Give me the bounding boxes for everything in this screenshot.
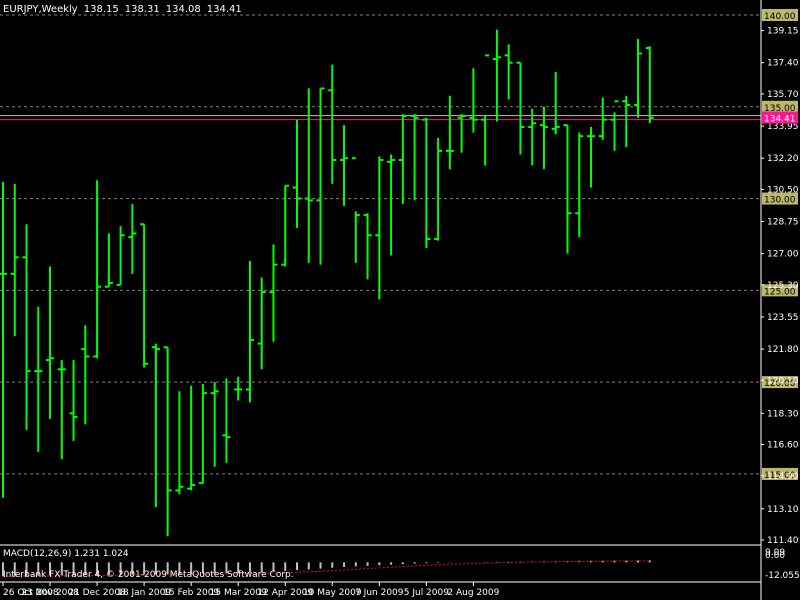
ohlc-chart: 140.00135.00130.00125.00120.00115.00139.… xyxy=(0,0,800,600)
ohlc-bar xyxy=(269,244,278,342)
macd-axis-label: -12.055 xyxy=(765,571,800,581)
y-tick-label: 113.10 xyxy=(767,505,799,515)
ohlc-bar xyxy=(340,125,349,206)
bars-layer xyxy=(0,29,654,537)
ohlc-bar xyxy=(622,95,631,148)
price-axis: 140.00135.00130.00125.00120.00115.00139.… xyxy=(0,0,799,600)
ohlc-bar xyxy=(234,376,243,401)
ohlc-bar xyxy=(198,383,207,485)
ohlc-bar xyxy=(422,117,431,249)
grid-layer xyxy=(0,14,761,475)
ohlc-bar xyxy=(10,183,19,337)
ohlc-bar xyxy=(504,44,513,100)
ohlc-bar xyxy=(304,88,313,263)
ohlc-bar xyxy=(22,224,31,430)
y-tick-label: 116.60 xyxy=(767,441,799,451)
ohlc-bar xyxy=(634,38,643,118)
ohlc-bar xyxy=(46,266,55,419)
x-tick-label: 10 May 2009 xyxy=(303,588,362,598)
ohlc-bar xyxy=(492,29,501,122)
ohlc-bar xyxy=(69,360,78,441)
ohlc-bar xyxy=(328,64,337,184)
y-tick-label: 118.30 xyxy=(767,409,799,419)
ohlc-bar xyxy=(645,46,654,124)
copyright-text: Interbank FX Trader 4, © 2001-2009 MetaQ… xyxy=(3,570,294,580)
ohlc-bar xyxy=(410,114,419,201)
ohlc-bar xyxy=(116,226,125,286)
ohlc-bar xyxy=(57,360,66,460)
ohlc-bar xyxy=(245,260,254,403)
ohlc-bar xyxy=(281,184,290,267)
ohlc-bar xyxy=(128,204,137,274)
ohlc-bar xyxy=(516,61,525,155)
ohlc-bar xyxy=(163,346,172,537)
y-tick-label: 121.80 xyxy=(767,345,799,355)
y-tick-label: 128.75 xyxy=(767,218,799,228)
x-tick-label: 7 Jun 2009 xyxy=(355,588,404,598)
ohlc-bar xyxy=(434,137,443,241)
ohlc-bar xyxy=(210,382,219,467)
ohlc-bar xyxy=(587,126,595,188)
y-tick-label: 111.40 xyxy=(767,536,799,546)
symbol-label: EURJPY,Weekly xyxy=(3,4,78,15)
ohlc-bar xyxy=(104,233,113,288)
ohlc-bar xyxy=(363,213,372,280)
current-price-label: 134.41 xyxy=(764,115,796,125)
ohlc-bar xyxy=(0,182,7,498)
x-tick-label: 2 Aug 2009 xyxy=(447,588,499,598)
x-tick-label: 5 Jul 2009 xyxy=(404,588,449,598)
ohlc-bar xyxy=(610,100,619,151)
ohlc-bar xyxy=(293,119,301,228)
ohlc-bar xyxy=(528,108,537,166)
y-tick-label: 132.20 xyxy=(767,154,799,164)
ohlc-bar xyxy=(93,180,102,359)
ohlc-bar xyxy=(598,97,607,140)
ohlc-bar xyxy=(387,154,396,256)
y-tick-label: 130.50 xyxy=(767,185,799,195)
ohlc-bar xyxy=(151,343,160,507)
time-axis: 26 Oct 200823 Nov 200821 Dec 200818 Jan … xyxy=(2,582,500,598)
y-tick-label: 114.90 xyxy=(767,472,799,482)
y-tick-label: 125.30 xyxy=(767,281,799,291)
y-tick-label: 135.70 xyxy=(767,90,799,100)
chart-title: EURJPY,Weekly 138.15 138.31 134.08 134.41 xyxy=(3,4,248,15)
level-tag-label: 140.00 xyxy=(764,12,796,22)
y-tick-label: 127.00 xyxy=(767,250,799,260)
ohlc-bar xyxy=(351,157,360,263)
ohlc-bar xyxy=(539,106,548,170)
level-tag-label: 130.00 xyxy=(764,196,796,206)
ohlc-bar xyxy=(469,68,478,133)
ohlc-bar xyxy=(222,378,231,463)
ohlc-bar xyxy=(175,391,184,495)
y-tick-label: 123.55 xyxy=(767,313,799,323)
y-tick-label: 139.15 xyxy=(767,27,799,37)
y-tick-label: 120.10 xyxy=(767,376,799,386)
low-value: 134.08 xyxy=(165,4,201,15)
ohlc-bar xyxy=(375,156,384,300)
open-value: 138.15 xyxy=(83,4,119,15)
ohlc-bar xyxy=(34,306,43,452)
ohlc-bar xyxy=(140,223,149,368)
high-value: 138.31 xyxy=(124,4,160,15)
ohlc-bar xyxy=(398,114,407,205)
ohlc-bar xyxy=(563,124,572,254)
ohlc-bar xyxy=(187,385,196,491)
ohlc-bar xyxy=(551,71,560,135)
ohlc-bar xyxy=(575,132,584,238)
ohlc-bar xyxy=(81,325,90,425)
macd-label: MACD(12,26,9) 1.231 1.024 xyxy=(3,549,129,559)
macd-axis-label: 0.00 xyxy=(765,551,785,561)
ohlc-bar xyxy=(481,54,490,166)
ohlc-bar xyxy=(316,87,325,265)
close-value: 134.41 xyxy=(206,4,242,15)
ohlc-bar xyxy=(257,277,266,370)
y-tick-label: 137.40 xyxy=(767,59,799,69)
